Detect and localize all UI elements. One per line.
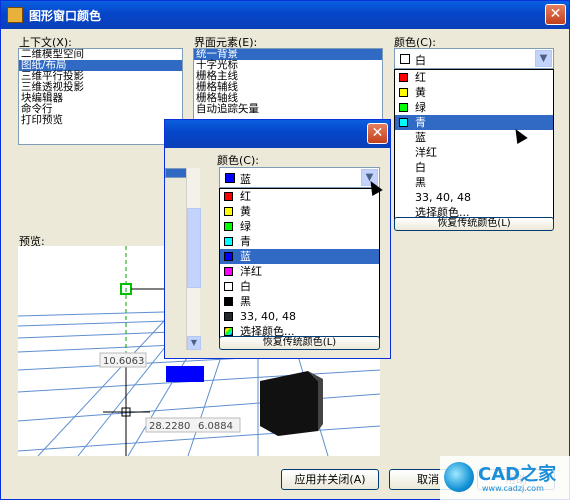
title-bar[interactable]: 图形窗口颜色 ✕ bbox=[1, 1, 569, 29]
color-swatch-icon bbox=[224, 237, 233, 246]
color-option-label: 青 bbox=[240, 235, 251, 248]
dimension-value-3: 6.0884 bbox=[198, 421, 233, 432]
close-button[interactable]: ✕ bbox=[545, 4, 566, 25]
context-list-item[interactable]: 打印预览 bbox=[19, 115, 182, 126]
color-option-label: 红 bbox=[415, 71, 426, 84]
color-option[interactable]: 蓝 bbox=[220, 249, 379, 264]
scroll-down-arrow[interactable]: ▼ bbox=[187, 336, 201, 350]
black-box bbox=[260, 371, 318, 436]
blue-block bbox=[166, 366, 204, 382]
overlay-color-label: 颜色(C): bbox=[217, 154, 259, 167]
color-option[interactable]: 33, 40, 48 bbox=[220, 309, 379, 324]
color-dropdown-list[interactable]: 红黄绿青蓝洋红白黑 33, 40, 48 选择颜色... bbox=[394, 69, 554, 221]
cad-home-watermark: CAD之家 www.cadzj.com bbox=[440, 456, 570, 500]
color-option[interactable]: 蓝 bbox=[395, 130, 553, 145]
overlay-restore-classic-colors-button[interactable]: 恢复传统颜色(L) bbox=[219, 336, 380, 350]
color-option[interactable]: 绿 bbox=[220, 219, 379, 234]
color-option-label: 洋红 bbox=[415, 146, 437, 159]
color-option-label: 黑 bbox=[415, 176, 426, 189]
color-option-label: 黄 bbox=[415, 86, 426, 99]
color-swatch-icon bbox=[224, 192, 233, 201]
scrollbar-thumb[interactable] bbox=[187, 208, 201, 288]
color-option[interactable]: 白 bbox=[395, 160, 553, 175]
color-option[interactable]: 青 bbox=[220, 234, 379, 249]
color-select-value: 白 bbox=[415, 54, 426, 67]
color-option-label: 蓝 bbox=[415, 131, 426, 144]
color-option[interactable]: 黄 bbox=[220, 204, 379, 219]
color-option-label: 蓝 bbox=[240, 250, 251, 263]
color-swatch-icon bbox=[399, 88, 408, 97]
color-option-label: 白 bbox=[240, 280, 251, 293]
overlay-close-button[interactable]: ✕ bbox=[367, 123, 388, 144]
color-swatch-icon bbox=[224, 327, 233, 336]
color-option-label: 洋红 bbox=[240, 265, 262, 278]
overlay-color-dialog: ✕ ▼ 颜色(C): 蓝 ▼ 红黄绿青蓝洋红白黑 33, 40, 48 选择颜色..… bbox=[164, 119, 391, 359]
color-swatch-icon bbox=[224, 267, 233, 276]
color-option[interactable]: 黄 bbox=[395, 85, 553, 100]
color-option[interactable]: 红 bbox=[395, 70, 553, 85]
color-swatch-icon bbox=[399, 103, 408, 112]
color-swatch-icon bbox=[224, 312, 233, 321]
restore-classic-colors-button[interactable]: 恢复传统颜色(L) bbox=[394, 217, 554, 231]
color-swatch-icon bbox=[224, 207, 233, 216]
overlay-title-bar[interactable]: ✕ bbox=[165, 120, 390, 148]
color-option-label: 白 bbox=[415, 161, 426, 174]
color-option-label: 绿 bbox=[240, 220, 251, 233]
color-option-label: 黑 bbox=[240, 295, 251, 308]
dimension-value-1: 10.6063 bbox=[103, 356, 144, 367]
color-swatch-icon bbox=[399, 73, 408, 82]
color-option[interactable]: 洋红 bbox=[220, 264, 379, 279]
color-option-label: 33, 40, 48 bbox=[415, 191, 471, 204]
apply-and-close-button[interactable]: 应用并关闭(A) bbox=[281, 469, 379, 490]
color-option[interactable]: 白 bbox=[220, 279, 379, 294]
color-option[interactable]: 33, 40, 48 bbox=[395, 190, 553, 205]
dimension-value-2: 28.2280 bbox=[149, 421, 190, 432]
color-option-label: 绿 bbox=[415, 101, 426, 114]
color-option-label: 33, 40, 48 bbox=[240, 310, 296, 323]
color-swatch-icon bbox=[399, 118, 408, 127]
watermark-logo-icon bbox=[444, 462, 474, 492]
color-option[interactable]: 黑 bbox=[395, 175, 553, 190]
watermark-url: www.cadzj.com bbox=[482, 484, 544, 493]
interface-element-list[interactable]: 统一背景 十字光标 栅格主线 栅格辅线 栅格轴线 自动追踪矢量 bbox=[193, 48, 383, 123]
color-swatch-icon bbox=[224, 297, 233, 306]
overlay-color-select[interactable]: 蓝 ▼ bbox=[219, 167, 380, 188]
color-option[interactable]: 洋红 bbox=[395, 145, 553, 160]
dialog-title: 图形窗口颜色 bbox=[29, 9, 102, 23]
color-select[interactable]: 白 ▼ bbox=[394, 48, 554, 69]
color-swatch-icon bbox=[224, 222, 233, 231]
color-option[interactable]: 青 bbox=[395, 115, 553, 130]
overlay-color-dropdown-list[interactable]: 红黄绿青蓝洋红白黑 33, 40, 48 选择颜色... bbox=[219, 188, 380, 340]
overlay-color-swatch bbox=[225, 173, 235, 183]
overlay-color-select-value: 蓝 bbox=[240, 173, 251, 186]
overlay-scrollbar[interactable]: ▼ bbox=[186, 168, 201, 350]
color-swatch bbox=[400, 54, 410, 64]
context-list[interactable]: 二维模型空间 图纸/布局 三维平行投影 三维透视投影 块编辑器 命令行 打印预览 bbox=[18, 48, 183, 145]
color-option[interactable]: 红 bbox=[220, 189, 379, 204]
color-swatch-icon bbox=[224, 252, 233, 261]
color-option-label: 红 bbox=[240, 190, 251, 203]
chevron-down-icon[interactable]: ▼ bbox=[535, 50, 552, 67]
color-swatch-icon bbox=[224, 282, 233, 291]
interface-element-list-item[interactable]: 自动追踪矢量 bbox=[194, 104, 382, 115]
watermark-brand: CAD之家 bbox=[478, 464, 557, 485]
color-option[interactable]: 黑 bbox=[220, 294, 379, 309]
app-icon bbox=[7, 7, 23, 23]
color-option-label: 黄 bbox=[240, 205, 251, 218]
color-option-label: 青 bbox=[415, 116, 426, 129]
color-option[interactable]: 绿 bbox=[395, 100, 553, 115]
